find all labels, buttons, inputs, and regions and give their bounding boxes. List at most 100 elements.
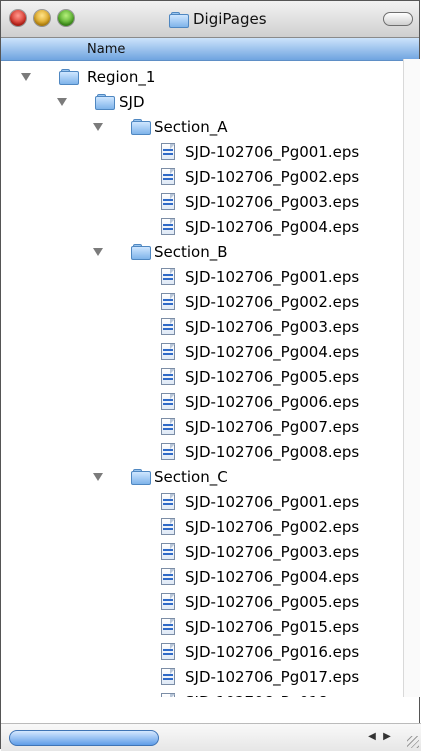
folder-name: Region_1	[87, 68, 156, 86]
file-row[interactable]: SJD-102706_Pg005.eps	[1, 590, 401, 615]
eps-file-icon	[161, 168, 176, 186]
file-row[interactable]: SJD-102706_Pg001.eps	[1, 265, 401, 290]
file-row[interactable]: SJD-102706_Pg016.eps	[1, 640, 401, 665]
folder-row[interactable]: SJD	[1, 90, 401, 115]
eps-file-icon	[161, 143, 176, 161]
folder-row[interactable]: Section_B	[1, 240, 401, 265]
file-row[interactable]: SJD-102706_Pg003.eps	[1, 315, 401, 340]
eps-file-icon	[161, 693, 176, 697]
folder-icon	[131, 469, 151, 485]
disclosure-triangle-icon[interactable]	[93, 248, 103, 256]
eps-file-icon	[161, 443, 176, 461]
disclosure-triangle-icon[interactable]	[93, 473, 103, 481]
disclosure-triangle-icon[interactable]	[57, 98, 67, 106]
file-row[interactable]: SJD-102706_Pg004.eps	[1, 340, 401, 365]
folder-name: Section_B	[154, 243, 228, 261]
file-name: SJD-102706_Pg004.eps	[185, 568, 360, 586]
file-row[interactable]: SJD-102706_Pg001.eps	[1, 140, 401, 165]
file-name: SJD-102706_Pg018.eps	[185, 693, 359, 697]
window-title-label: DigiPages	[193, 10, 267, 28]
folder-name: Section_A	[154, 118, 228, 136]
vertical-scrollbar[interactable]	[403, 59, 420, 697]
file-name: SJD-102706_Pg007.eps	[185, 418, 360, 436]
column-header-name[interactable]: Name	[1, 38, 419, 61]
file-name: SJD-102706_Pg002.eps	[185, 168, 360, 186]
eps-file-icon	[161, 293, 176, 311]
eps-file-icon	[161, 643, 176, 661]
file-row[interactable]: SJD-102706_Pg007.eps	[1, 415, 401, 440]
eps-file-icon	[161, 418, 176, 436]
file-row[interactable]: SJD-102706_Pg003.eps	[1, 540, 401, 565]
file-name: SJD-102706_Pg008.eps	[185, 443, 360, 461]
file-row[interactable]: SJD-102706_Pg008.eps	[1, 440, 401, 465]
folder-icon	[95, 94, 115, 110]
file-row[interactable]: SJD-102706_Pg004.eps	[1, 215, 401, 240]
disclosure-triangle-icon[interactable]	[93, 123, 103, 131]
file-name: SJD-102706_Pg003.eps	[185, 543, 360, 561]
eps-file-icon	[161, 493, 176, 511]
file-row[interactable]: SJD-102706_Pg015.eps	[1, 615, 401, 640]
eps-file-icon	[161, 343, 176, 361]
minimize-button[interactable]	[34, 10, 50, 26]
folder-icon	[131, 244, 151, 260]
file-row[interactable]: SJD-102706_Pg006.eps	[1, 390, 401, 415]
file-name: SJD-102706_Pg006.eps	[185, 393, 360, 411]
folder-icon	[59, 69, 79, 85]
folder-name: SJD	[119, 93, 145, 111]
file-list: Region_1 SJD Section_A SJD-102706_Pg001.eps…	[1, 59, 401, 697]
file-name: SJD-102706_Pg016.eps	[185, 643, 360, 661]
file-name: SJD-102706_Pg003.eps	[185, 193, 360, 211]
scroll-right-arrow-icon[interactable]: ▶	[380, 730, 394, 744]
resize-grip-icon[interactable]	[405, 734, 419, 748]
eps-file-icon	[161, 543, 176, 561]
eps-file-icon	[161, 218, 176, 236]
file-name: SJD-102706_Pg001.eps	[185, 493, 360, 511]
file-row[interactable]: SJD-102706_Pg003.eps	[1, 190, 401, 215]
horizontal-scrollbar[interactable]: ◀ ▶	[1, 723, 421, 751]
file-name: SJD-102706_Pg002.eps	[185, 518, 360, 536]
file-row[interactable]: SJD-102706_Pg005.eps	[1, 365, 401, 390]
file-name: SJD-102706_Pg003.eps	[185, 318, 360, 336]
folder-row[interactable]: Section_C	[1, 465, 401, 490]
scroll-left-arrow-icon[interactable]: ◀	[365, 730, 379, 744]
file-name: SJD-102706_Pg001.eps	[185, 143, 360, 161]
horizontal-scroll-thumb[interactable]	[9, 730, 159, 746]
file-name: SJD-102706_Pg005.eps	[185, 368, 360, 386]
eps-file-icon	[161, 268, 176, 286]
zoom-button[interactable]	[58, 10, 74, 26]
eps-file-icon	[161, 668, 176, 686]
column-header-label: Name	[87, 41, 126, 57]
file-name: SJD-102706_Pg015.eps	[185, 618, 360, 636]
file-row[interactable]: SJD-102706_Pg018.eps	[1, 690, 401, 697]
folder-row[interactable]: Region_1	[1, 65, 401, 90]
window-title: DigiPages	[169, 10, 267, 28]
disclosure-triangle-icon[interactable]	[21, 73, 31, 81]
close-button[interactable]	[10, 10, 26, 26]
file-row[interactable]: SJD-102706_Pg004.eps	[1, 565, 401, 590]
eps-file-icon	[161, 618, 176, 636]
eps-file-icon	[161, 593, 176, 611]
file-row[interactable]: SJD-102706_Pg017.eps	[1, 665, 401, 690]
file-row[interactable]: SJD-102706_Pg001.eps	[1, 490, 401, 515]
file-row[interactable]: SJD-102706_Pg002.eps	[1, 515, 401, 540]
file-name: SJD-102706_Pg004.eps	[185, 218, 360, 236]
folder-row[interactable]: Section_A	[1, 115, 401, 140]
eps-file-icon	[161, 193, 176, 211]
eps-file-icon	[161, 368, 176, 386]
file-name: SJD-102706_Pg002.eps	[185, 293, 360, 311]
folder-icon	[169, 12, 189, 28]
title-bar[interactable]: DigiPages	[1, 1, 419, 38]
finder-window: DigiPages Name Region_1 SJD Section_A SJD-1…	[0, 0, 421, 751]
folder-name: Section_C	[154, 468, 228, 486]
eps-file-icon	[161, 568, 176, 586]
eps-file-icon	[161, 393, 176, 411]
file-name: SJD-102706_Pg017.eps	[185, 668, 360, 686]
eps-file-icon	[161, 518, 176, 536]
toolbar-toggle-button[interactable]	[383, 12, 413, 26]
file-row[interactable]: SJD-102706_Pg002.eps	[1, 165, 401, 190]
folder-icon	[131, 119, 151, 135]
eps-file-icon	[161, 318, 176, 336]
file-name: SJD-102706_Pg005.eps	[185, 593, 360, 611]
file-name: SJD-102706_Pg001.eps	[185, 268, 360, 286]
file-row[interactable]: SJD-102706_Pg002.eps	[1, 290, 401, 315]
